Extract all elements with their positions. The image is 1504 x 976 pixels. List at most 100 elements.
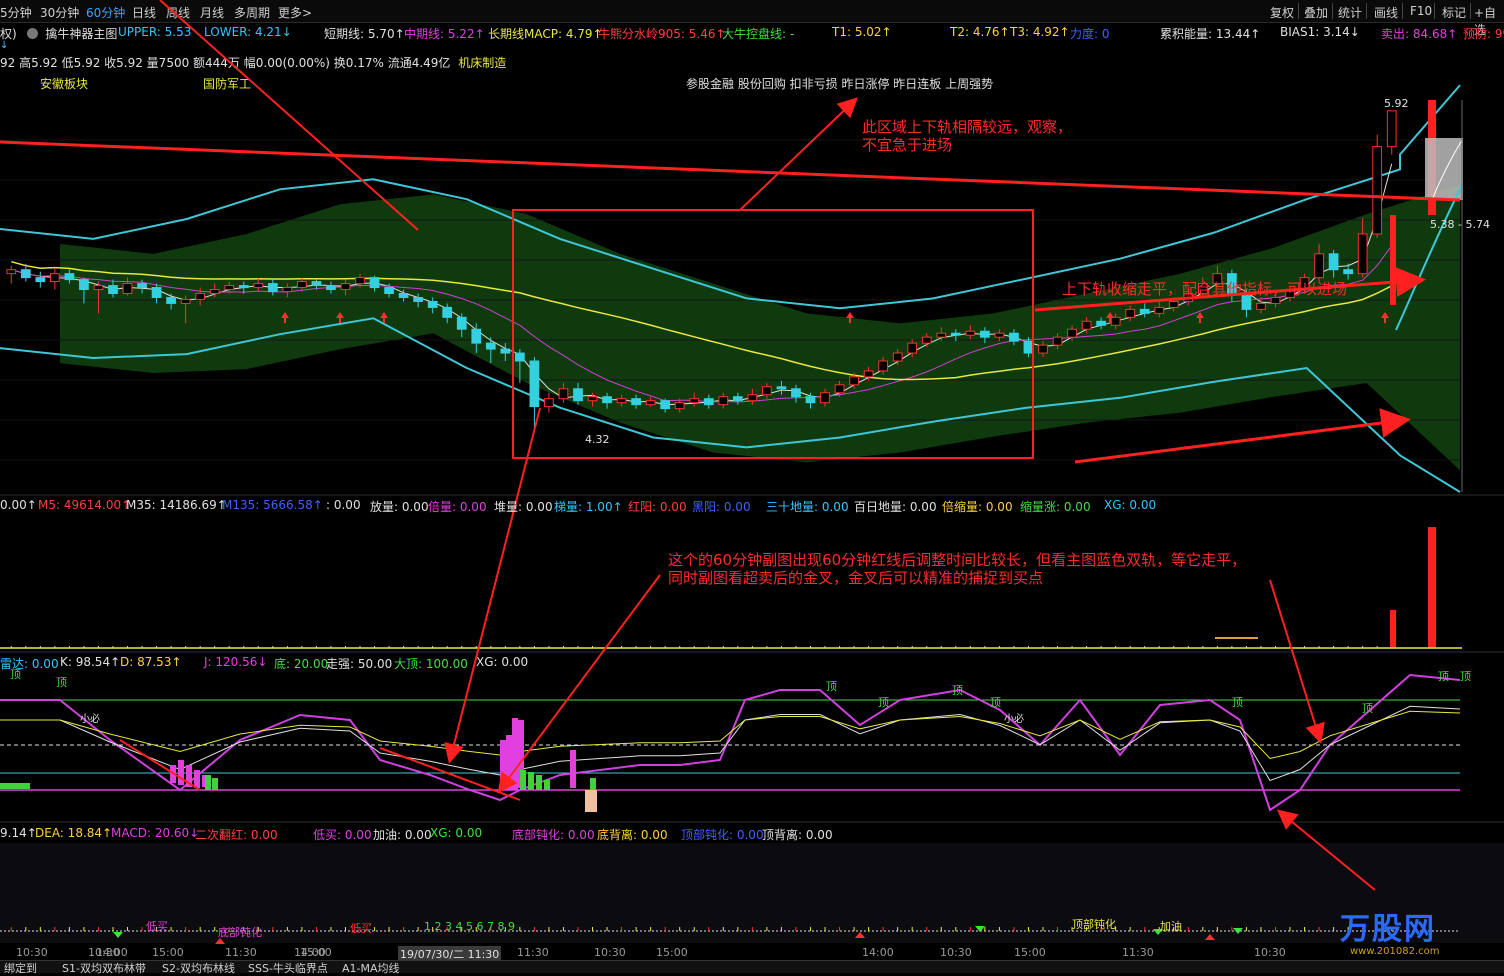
- kdj-histogram-bar: [544, 780, 550, 790]
- annotation-arrows: [0, 0, 1461, 891]
- macd-down-marker: [1153, 929, 1163, 935]
- f10-button[interactable]: F10: [1410, 4, 1432, 18]
- candle-body: [892, 352, 903, 362]
- kdj-top-label: 顶: [952, 684, 963, 697]
- kdj-top-label: 顶: [1362, 702, 1373, 715]
- sector-anhui[interactable]: 安徽板块: [40, 75, 88, 92]
- stats-button[interactable]: 统计: [1338, 4, 1362, 21]
- candle-body: [35, 277, 46, 283]
- candle-body: [1052, 336, 1063, 346]
- candle-body: [311, 281, 322, 287]
- candle-body: [122, 283, 133, 295]
- candle-body: [1081, 320, 1092, 330]
- candle-body: [297, 281, 307, 289]
- annotation-arrow: [739, 97, 858, 211]
- draw-line-button[interactable]: 画线: [1374, 4, 1398, 21]
- candle-body: [558, 388, 569, 400]
- macd-down-marker: [113, 932, 123, 938]
- candle-body: [137, 283, 147, 289]
- time-tick-label: 11:30: [517, 946, 549, 959]
- kdj-top-label: 顶: [1232, 696, 1243, 709]
- tab-30min[interactable]: 30分钟: [40, 4, 79, 21]
- tab-more[interactable]: 更多>: [278, 4, 312, 21]
- tab-a1[interactable]: A1-MA均线: [342, 960, 400, 976]
- subchart-arrow-2: [497, 574, 661, 794]
- indicator-value: LOWER: 4.21↓: [204, 25, 292, 39]
- subchart-arrow-4: [1276, 809, 1376, 891]
- candle-body: [544, 398, 554, 408]
- tab-s1[interactable]: S1-双均双布林带: [62, 960, 146, 976]
- candle-body: [660, 400, 671, 410]
- period-toolbar: 5分钟 30分钟 60分钟 日线 周线 月线 多周期 更多> 复权 叠加 统计 …: [0, 0, 1504, 37]
- kdj-histogram-bar: [536, 775, 542, 790]
- macd-down-marker: [1233, 928, 1243, 934]
- candle-body: [747, 394, 758, 402]
- candle-body: [195, 293, 206, 300]
- candle-body: [166, 296, 176, 304]
- indicator-value: 红阳: 0.00: [628, 500, 687, 514]
- candle-body: [921, 336, 932, 344]
- subchart-arrow-1: [444, 407, 541, 764]
- buy-signal-arrow: [1196, 312, 1204, 323]
- divider: [1298, 3, 1299, 19]
- tab-multi-period[interactable]: 多周期: [234, 4, 270, 21]
- tab-week[interactable]: 周线: [166, 4, 190, 21]
- tab-month[interactable]: 月线: [200, 4, 224, 21]
- time-tick-label: 15:00: [656, 946, 688, 959]
- candle-body: [238, 285, 249, 289]
- candle-body: [703, 398, 714, 406]
- time-tick-label: 11:30: [1122, 946, 1154, 959]
- fuquan-prefix: 权): [0, 27, 17, 41]
- candle-body: [805, 396, 816, 404]
- candle-body: [64, 273, 75, 281]
- formula-tab-bar: 绑定到 S1-双均双布林带 S2-双均布林线 SSS-牛头临界点 A1-MA均线: [0, 960, 1504, 976]
- indicator-value: XG: 0.00: [1104, 498, 1157, 512]
- indicator-value: 二次翻红: 0.00: [195, 828, 278, 842]
- bind-to-button[interactable]: 绑定到: [4, 960, 37, 976]
- macd-signal-label: 底部钝化: [218, 925, 262, 939]
- macd-down-marker: [975, 926, 985, 932]
- time-tick-label: 11:30: [225, 946, 257, 959]
- volume-bar-last: [1428, 527, 1436, 648]
- macd-pane-bg: [0, 843, 1504, 943]
- tab-60min[interactable]: 60分钟: [86, 4, 125, 21]
- time-tick-label: 10:30: [1254, 946, 1286, 959]
- candle-body: [471, 328, 482, 344]
- time-tick-label: 10:30: [940, 946, 972, 959]
- candle-body: [1139, 308, 1150, 314]
- tab-day[interactable]: 日线: [132, 4, 156, 21]
- tab-s2[interactable]: S2-双均布林线: [162, 960, 235, 976]
- indicator-value: 中期线: 5.22↑: [404, 27, 485, 41]
- tab-sss[interactable]: SSS-牛头临界点: [248, 960, 328, 976]
- annotation-wide-band: 此区域上下轨相隔较远，观察， 不宜急于进场: [862, 118, 1073, 154]
- kdj-line-1: [119, 739, 201, 791]
- fuquan-button[interactable]: 复权: [1270, 4, 1294, 21]
- candle-body: [485, 342, 496, 350]
- kdj-histogram-bar: [590, 778, 596, 790]
- candle-body: [413, 296, 423, 302]
- main-indicator-name[interactable]: 擒牛神器主图: [45, 27, 117, 41]
- candle-body: [1168, 300, 1179, 308]
- kdj-histogram-bar: [186, 765, 192, 787]
- candle-body: [1270, 296, 1281, 304]
- mark-button[interactable]: 标记: [1442, 4, 1466, 21]
- indicator-value: M35: 14186.69↑: [126, 498, 227, 512]
- candle-body: [456, 316, 467, 330]
- candle-body: [1314, 253, 1324, 279]
- indicator-value: DEA: 18.84↑: [35, 826, 113, 840]
- settings-icon[interactable]: [26, 28, 38, 39]
- indicator-value: 大牛控盘线: -: [722, 27, 795, 41]
- candle-body: [326, 285, 336, 291]
- candle-body: [253, 283, 264, 289]
- converge-arrow-bottom: [1074, 408, 1411, 464]
- candle-body: [965, 330, 976, 336]
- divider: [1402, 3, 1403, 19]
- candle-body: [1125, 308, 1136, 318]
- overlay-button[interactable]: 叠加: [1304, 4, 1328, 21]
- kdj-histogram-bar: [178, 760, 184, 785]
- indicator-value: 累积能量: 13.44↑: [1160, 27, 1261, 41]
- quote-text: 92 高5.92 低5.92 收5.92 量7500 额444万 幅0.00(0…: [0, 56, 451, 70]
- time-tick-label: 15:00: [1014, 946, 1046, 959]
- tab-5min[interactable]: 5分钟: [0, 4, 32, 21]
- sector-defense[interactable]: 国防军工: [203, 75, 251, 92]
